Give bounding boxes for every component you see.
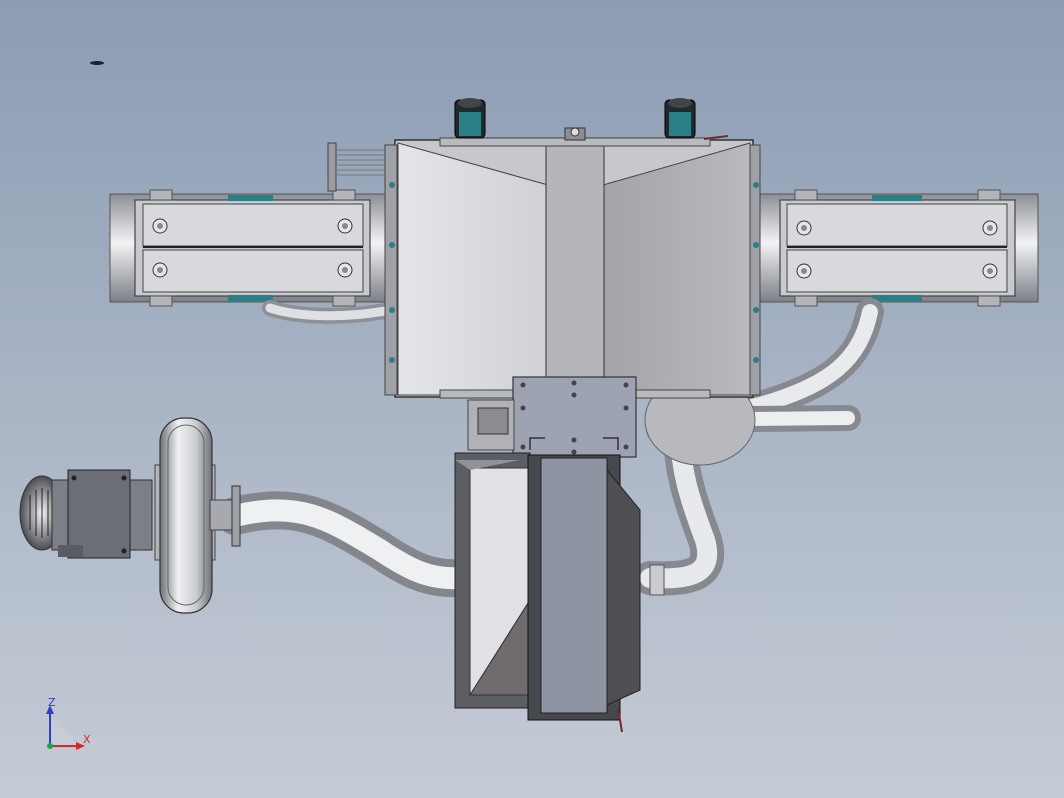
z-axis-label: Z — [48, 696, 56, 709]
coordinate-triad: Z X — [40, 696, 100, 756]
cad-model-view[interactable] — [0, 0, 1064, 798]
blower-motor — [19, 469, 153, 559]
axis-triad-icon: Z X — [46, 696, 91, 750]
blower-fan — [154, 417, 241, 614]
vibration-motor-right — [664, 98, 696, 139]
vibration-motor-left — [454, 98, 486, 139]
right-cylinder-assembly — [751, 189, 1039, 307]
lower-chute-box — [454, 452, 665, 733]
cad-viewport[interactable]: Z X — [0, 0, 1064, 798]
left-cylinder-assembly — [109, 142, 396, 307]
central-hopper-box — [384, 127, 761, 399]
stray-mark — [90, 61, 104, 65]
x-axis-label: X — [83, 733, 91, 746]
